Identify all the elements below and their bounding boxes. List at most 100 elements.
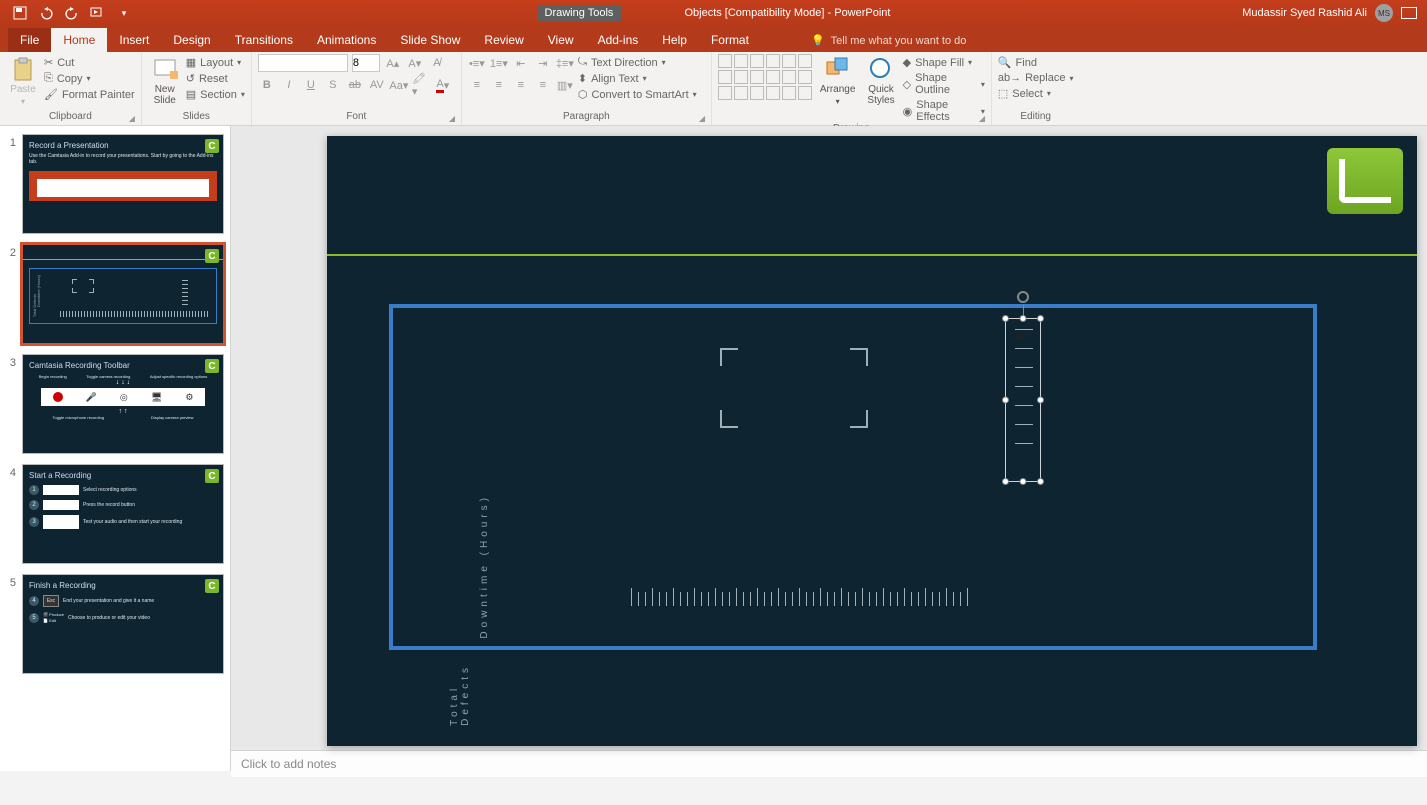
columns-icon[interactable]: ▥▾ [556, 76, 574, 94]
select-button[interactable]: ⬚Select▾ [998, 87, 1074, 100]
shadow-icon[interactable]: S [324, 76, 342, 94]
reset-icon: ↺ [186, 72, 195, 85]
paste-button[interactable]: Paste ▾ [6, 54, 40, 108]
tab-view[interactable]: View [536, 28, 586, 52]
increase-indent-icon[interactable]: ⇥ [534, 54, 552, 72]
italic-icon[interactable]: I [280, 76, 298, 94]
quick-styles-icon [868, 56, 894, 82]
tab-review[interactable]: Review [472, 28, 535, 52]
user-avatar[interactable]: MS [1375, 4, 1393, 22]
layout-button[interactable]: ▦Layout▾ [186, 56, 245, 69]
slide-canvas-area[interactable]: Downtime (Hours) Total Defects [327, 136, 1417, 746]
shape-outline-button[interactable]: ◇Shape Outline▾ [903, 72, 985, 96]
numbering-icon[interactable]: 1≡▾ [490, 54, 508, 72]
underline-icon[interactable]: U [302, 76, 320, 94]
copy-icon: ⎘ [44, 72, 53, 85]
resize-handle[interactable] [1002, 397, 1009, 404]
tab-animations[interactable]: Animations [305, 28, 388, 52]
notes-placeholder: Click to add notes [241, 757, 336, 771]
paste-icon [10, 56, 36, 82]
user-name[interactable]: Mudassir Syed Rashid Ali [1242, 7, 1367, 19]
resize-handle[interactable] [1002, 478, 1009, 485]
vertical-ticks [1015, 329, 1033, 444]
slide-editor: Downtime (Hours) Total Defects [231, 126, 1427, 771]
shape-effects-button[interactable]: ◉Shape Effects▾ [903, 99, 985, 123]
font-dialog-launcher[interactable]: ◢ [449, 114, 459, 124]
resize-handle[interactable] [1037, 315, 1044, 322]
align-center-icon[interactable]: ≡ [490, 76, 508, 94]
tab-design[interactable]: Design [161, 28, 222, 52]
tab-insert[interactable]: Insert [107, 28, 161, 52]
strike-icon[interactable]: ab [346, 76, 364, 94]
resize-handle[interactable] [1020, 478, 1027, 485]
bullets-icon[interactable]: •≡▾ [468, 54, 486, 72]
section-button[interactable]: ▤Section▾ [186, 88, 245, 101]
tab-slideshow[interactable]: Slide Show [388, 28, 472, 52]
char-spacing-icon[interactable]: AV [368, 76, 386, 94]
redo-icon[interactable] [64, 5, 80, 21]
arrange-button[interactable]: Arrange▾ [816, 54, 860, 108]
smartart-icon: ⬡ [578, 88, 588, 101]
viewfinder-shape[interactable] [720, 348, 868, 428]
shape-fill-button[interactable]: ◆Shape Fill▾ [903, 56, 985, 69]
line-spacing-icon[interactable]: ‡≡▾ [556, 54, 574, 72]
ribbon: Paste ▾ ✂Cut ⎘Copy▾ 🖌Format Painter Clip… [0, 52, 1427, 126]
font-color-icon[interactable]: A▾ [434, 76, 452, 94]
tab-home[interactable]: Home [51, 28, 107, 52]
shape-fill-icon: ◆ [903, 56, 911, 69]
tab-format[interactable]: Format [699, 28, 761, 52]
quick-styles-button[interactable]: Quick Styles [863, 54, 898, 108]
tell-me-search[interactable]: 💡 Tell me what you want to do [801, 29, 976, 52]
chart-container[interactable]: Downtime (Hours) Total Defects [389, 304, 1317, 650]
justify-icon[interactable]: ≡ [534, 76, 552, 94]
undo-icon[interactable] [38, 5, 54, 21]
clipboard-dialog-launcher[interactable]: ◢ [129, 114, 139, 124]
thumb-4[interactable]: 4 C Start a Recording 1Select recording … [6, 464, 224, 564]
new-slide-button[interactable]: New Slide [148, 54, 182, 108]
thumb-3[interactable]: 3 C Camtasia Recording Toolbar Begin rec… [6, 354, 224, 454]
tab-transitions[interactable]: Transitions [223, 28, 305, 52]
resize-handle[interactable] [1002, 315, 1009, 322]
paragraph-dialog-launcher[interactable]: ◢ [699, 114, 709, 124]
rotation-handle[interactable] [1017, 291, 1029, 303]
qat-dropdown-icon[interactable]: ▾ [116, 5, 132, 21]
ribbon-display-icon[interactable] [1401, 7, 1417, 19]
tab-addins[interactable]: Add-ins [586, 28, 651, 52]
clear-formatting-icon[interactable]: A̸ [428, 54, 446, 72]
replace-button[interactable]: ab→Replace▾ [998, 72, 1074, 84]
bold-icon[interactable]: B [258, 76, 276, 94]
align-text-button[interactable]: ⬍Align Text▾ [578, 72, 697, 85]
increase-font-icon[interactable]: A▴ [384, 54, 402, 72]
align-right-icon[interactable]: ≡ [512, 76, 530, 94]
align-left-icon[interactable]: ≡ [468, 76, 486, 94]
save-icon[interactable] [12, 5, 28, 21]
drawing-dialog-launcher[interactable]: ◢ [979, 114, 989, 124]
copy-button[interactable]: ⎘Copy▾ [44, 72, 135, 85]
notes-pane[interactable]: Click to add notes [231, 750, 1427, 777]
font-name-input[interactable] [258, 54, 348, 72]
cut-button[interactable]: ✂Cut [44, 56, 135, 69]
shapes-gallery[interactable] [718, 54, 812, 100]
font-size-input[interactable] [352, 54, 380, 72]
resize-handle[interactable] [1037, 397, 1044, 404]
resize-handle[interactable] [1020, 315, 1027, 322]
find-button[interactable]: 🔍Find [998, 56, 1074, 69]
decrease-indent-icon[interactable]: ⇤ [512, 54, 530, 72]
text-direction-button[interactable]: ⤿Text Direction▾ [578, 56, 697, 69]
slide-thumbnails-panel[interactable]: 1 C Record a Presentation Use the Camtas… [0, 126, 231, 771]
reset-button[interactable]: ↺Reset [186, 72, 245, 85]
title-bar: ▾ Drawing Tools Objects [Compatibility M… [0, 0, 1427, 26]
convert-smartart-button[interactable]: ⬡Convert to SmartArt▾ [578, 88, 697, 101]
format-painter-button[interactable]: 🖌Format Painter [44, 88, 135, 101]
thumb-1[interactable]: 1 C Record a Presentation Use the Camtas… [6, 134, 224, 234]
tab-file[interactable]: File [8, 28, 51, 52]
thumb-2[interactable]: 2 C Downtime (Hours) Total Defects [6, 244, 224, 344]
resize-handle[interactable] [1037, 478, 1044, 485]
tab-help[interactable]: Help [650, 28, 699, 52]
decrease-font-icon[interactable]: A▾ [406, 54, 424, 72]
highlight-icon[interactable]: 🖍▾ [412, 76, 430, 94]
start-from-beginning-icon[interactable] [90, 5, 106, 21]
camtasia-logo-icon: C [205, 249, 219, 263]
thumb-5[interactable]: 5 C Finish a Recording 4EscEnd your pres… [6, 574, 224, 674]
change-case-icon[interactable]: Aa▾ [390, 76, 408, 94]
